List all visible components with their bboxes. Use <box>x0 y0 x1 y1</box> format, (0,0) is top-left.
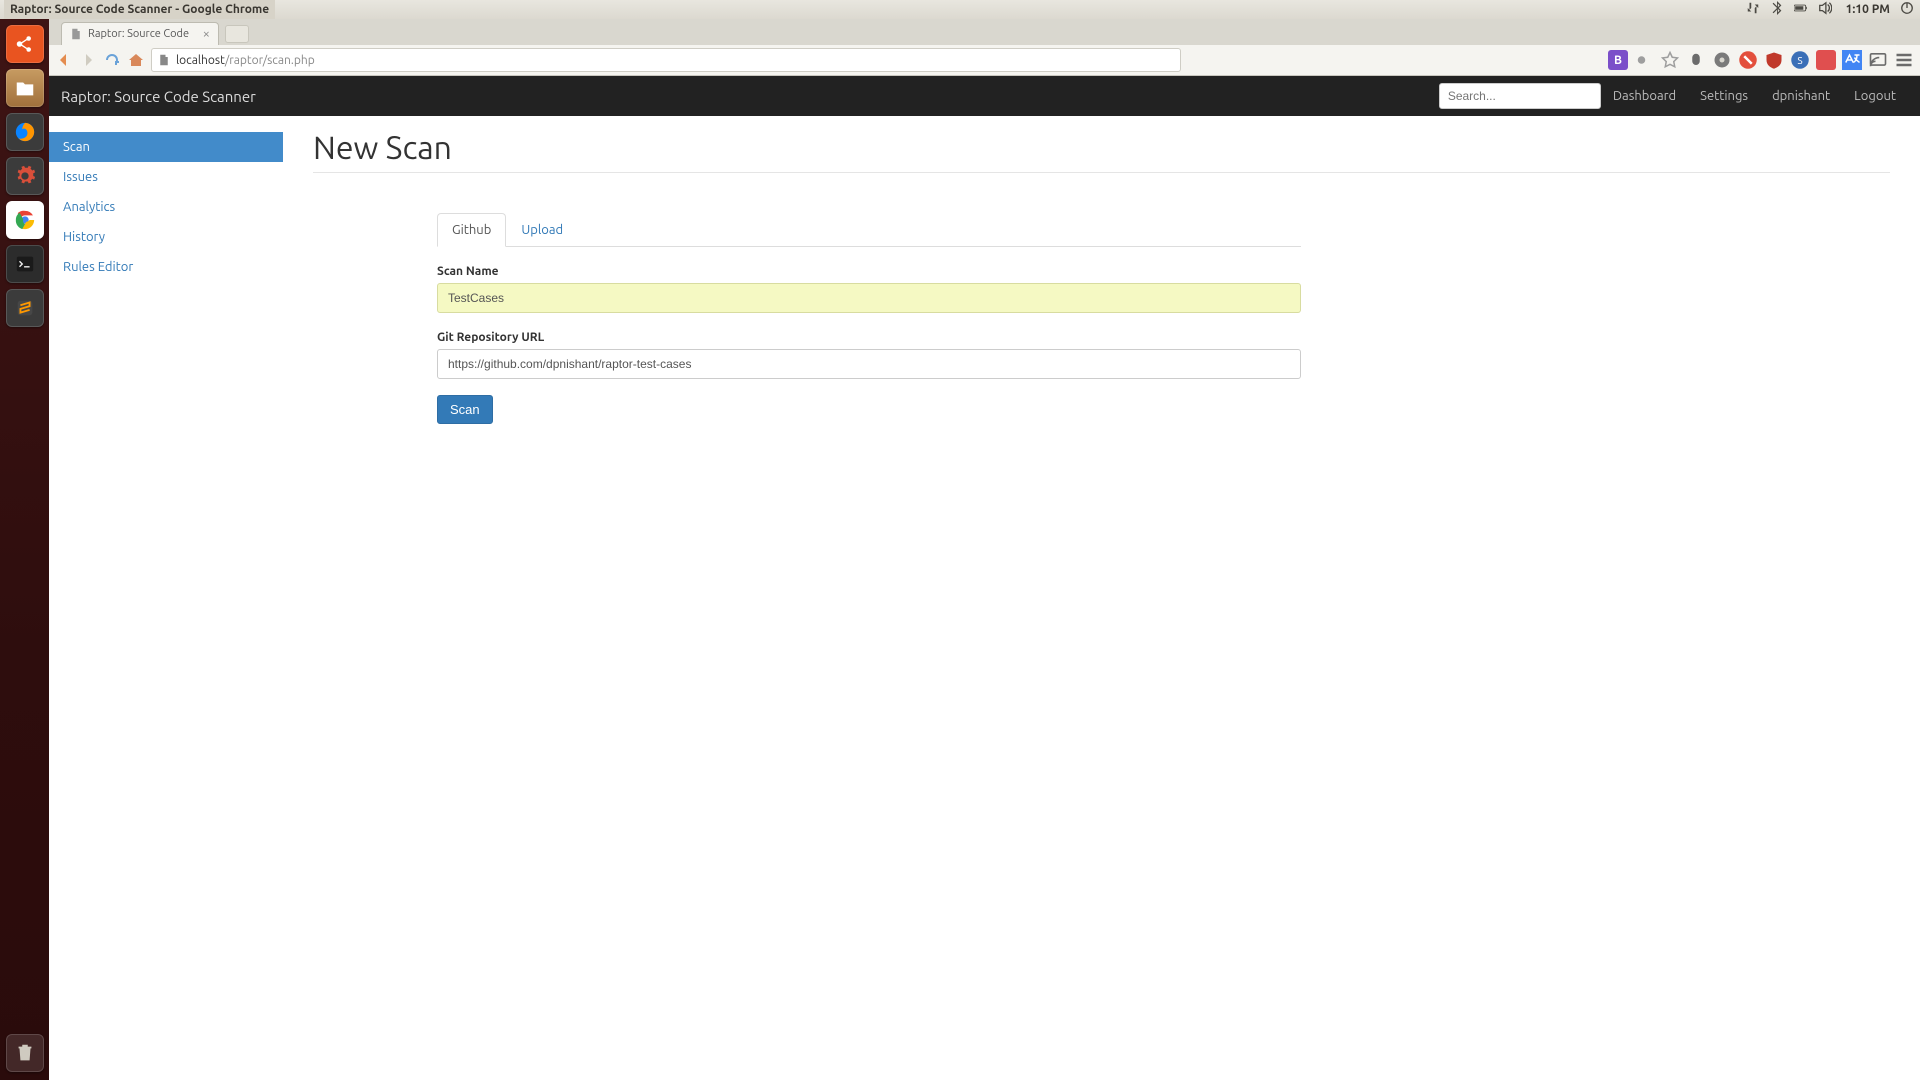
address-bar[interactable]: localhost/raptor/scan.php <box>151 48 1181 72</box>
sublime-icon[interactable] <box>6 289 44 327</box>
app-navbar: Raptor: Source Code Scanner Dashboard Se… <box>49 76 1920 116</box>
tab-github[interactable]: Github <box>437 213 506 247</box>
ext-bug-icon[interactable] <box>1686 50 1706 70</box>
os-top-panel: Raptor: Source Code Scanner - Google Chr… <box>0 0 1920 20</box>
repo-url-label: Git Repository URL <box>437 331 1301 344</box>
scan-name-label: Scan Name <box>437 265 1301 278</box>
ext-lastpass-icon[interactable] <box>1634 50 1654 70</box>
reload-button[interactable] <box>103 51 121 69</box>
browser-tabstrip[interactable]: Raptor: Source Code × <box>49 19 1920 45</box>
firefox-icon[interactable] <box>6 113 44 151</box>
bluetooth-icon[interactable] <box>1770 1 1784 18</box>
site-info-icon[interactable] <box>158 54 170 66</box>
ext-translate-icon[interactable] <box>1842 50 1862 70</box>
battery-icon[interactable] <box>1794 1 1808 18</box>
dash-icon[interactable] <box>6 25 44 63</box>
ext-wheel-icon[interactable] <box>1712 50 1732 70</box>
forward-button[interactable] <box>79 51 97 69</box>
search-input[interactable] <box>1439 83 1601 109</box>
star-icon[interactable] <box>1660 50 1680 70</box>
chrome-window: Raptor: Source Code × localhost/raptor/s… <box>49 19 1920 1080</box>
back-button[interactable] <box>55 51 73 69</box>
page-title: New Scan <box>313 130 1890 166</box>
chrome-app-icon[interactable] <box>6 201 44 239</box>
settings-gear-icon[interactable] <box>6 157 44 195</box>
sidebar: Scan Issues Analytics History Rules Edit… <box>49 116 283 1080</box>
shutdown-icon[interactable] <box>1900 1 1914 18</box>
ext-cast-icon[interactable] <box>1868 50 1888 70</box>
sidebar-item-history[interactable]: History <box>49 222 283 252</box>
ext-adblock-icon[interactable] <box>1738 50 1758 70</box>
browser-tab-title: Raptor: Source Code <box>88 28 189 40</box>
chrome-menu-icon[interactable] <box>1894 50 1914 70</box>
page-icon <box>70 28 82 40</box>
terminal-icon[interactable] <box>6 245 44 283</box>
ext-noscript-icon[interactable]: S <box>1790 50 1810 70</box>
browser-tab[interactable]: Raptor: Source Code × <box>61 22 219 45</box>
sidebar-item-scan[interactable]: Scan <box>49 132 283 162</box>
sidebar-item-label: Issues <box>63 170 98 184</box>
sidebar-item-label: Rules Editor <box>63 260 133 274</box>
scan-name-input[interactable] <box>437 283 1301 313</box>
sidebar-item-label: Analytics <box>63 200 115 214</box>
scan-button[interactable]: Scan <box>437 395 493 424</box>
ext-bootstrap-icon[interactable]: B <box>1608 50 1628 70</box>
home-button[interactable] <box>127 51 145 69</box>
trash-icon[interactable] <box>6 1034 44 1072</box>
unity-launcher[interactable] <box>0 19 49 1080</box>
ext-red-icon[interactable] <box>1816 50 1836 70</box>
files-icon[interactable] <box>6 69 44 107</box>
volume-icon[interactable] <box>1818 1 1832 18</box>
svg-text:S: S <box>1797 55 1802 66</box>
url-text: localhost/raptor/scan.php <box>176 54 1174 67</box>
nav-dashboard[interactable]: Dashboard <box>1601 89 1688 103</box>
sidebar-item-label: Scan <box>63 140 90 154</box>
divider <box>313 172 1890 173</box>
sidebar-item-analytics[interactable]: Analytics <box>49 192 283 222</box>
ext-ublock-icon[interactable] <box>1764 50 1784 70</box>
source-tabs: Github Upload <box>437 213 1301 247</box>
nav-settings[interactable]: Settings <box>1688 89 1760 103</box>
sidebar-item-rules-editor[interactable]: Rules Editor <box>49 252 283 282</box>
new-tab-button[interactable] <box>225 25 249 43</box>
nav-user[interactable]: dpnishant <box>1760 89 1842 103</box>
web-app: Raptor: Source Code Scanner Dashboard Se… <box>49 76 1920 1080</box>
window-title: Raptor: Source Code Scanner - Google Chr… <box>4 0 275 19</box>
browser-toolbar: localhost/raptor/scan.php B S <box>49 45 1920 76</box>
network-icon[interactable] <box>1746 1 1760 18</box>
sidebar-item-label: History <box>63 230 105 244</box>
repo-url-input[interactable] <box>437 349 1301 379</box>
clock[interactable]: 1:10 PM <box>1846 3 1890 16</box>
app-brand[interactable]: Raptor: Source Code Scanner <box>61 88 256 105</box>
tab-close-icon[interactable]: × <box>203 28 210 41</box>
main-content: New Scan Github Upload Scan Name Git Rep… <box>283 116 1920 1080</box>
tab-upload[interactable]: Upload <box>506 213 578 247</box>
system-tray[interactable]: 1:10 PM <box>1746 1 1914 18</box>
nav-logout[interactable]: Logout <box>1842 89 1908 103</box>
sidebar-item-issues[interactable]: Issues <box>49 162 283 192</box>
